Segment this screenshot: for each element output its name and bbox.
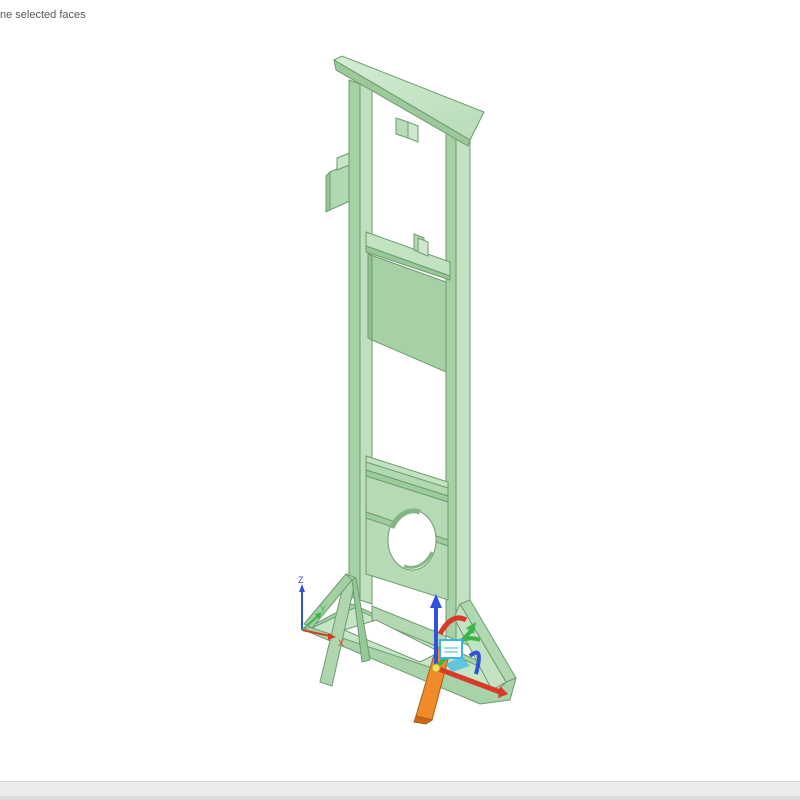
status-bar-edge: [0, 796, 800, 800]
side-bracket[interactable]: [325, 151, 353, 213]
status-bar: [0, 781, 800, 800]
triad-z-label: Z: [298, 575, 304, 585]
right-post[interactable]: [445, 127, 471, 647]
guillotine-model[interactable]: Z X Y: [0, 0, 800, 800]
triad-x-label: X: [338, 638, 344, 648]
triad-y-label: Y: [320, 604, 326, 614]
blade-assembly[interactable]: [365, 231, 451, 373]
3d-viewport[interactable]: ne selected faces Z X Y: [0, 0, 800, 800]
